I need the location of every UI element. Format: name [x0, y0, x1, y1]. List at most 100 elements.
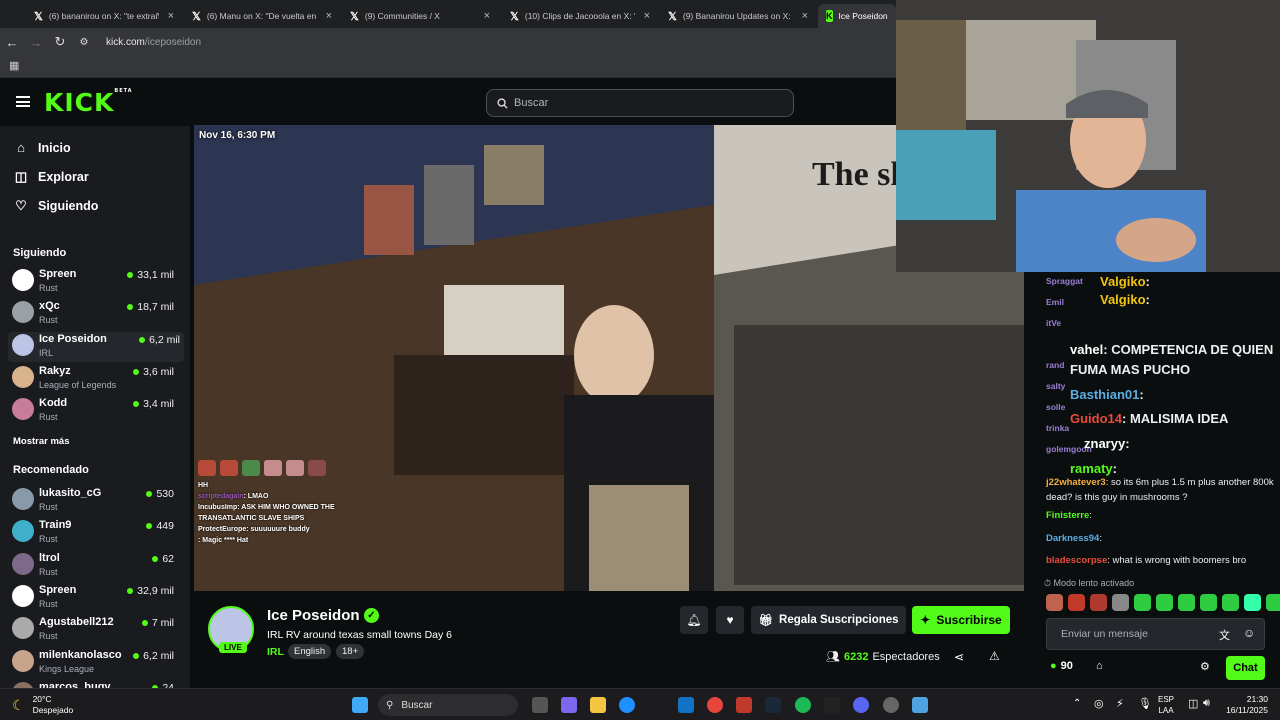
notification-bell-button[interactable]: 🔔︎ — [680, 606, 708, 634]
share-icon[interactable]: ⋖ — [954, 650, 964, 664]
browser-tab[interactable]: K Ice Poseidon Str — [818, 4, 896, 28]
tray-mic-icon[interactable]: 🎙︎ — [1138, 697, 1152, 710]
gift-subs-button[interactable]: 🎁︎ Regala Suscripciones — [751, 606, 906, 634]
category-link[interactable]: IRL — [267, 646, 284, 658]
forward-icon[interactable]: → — [24, 35, 48, 50]
close-tab-icon[interactable]: × — [644, 10, 650, 22]
browser-tab[interactable]: 𝕏 (6) bananirou on X: "te extraña × — [26, 4, 182, 28]
emote-button[interactable] — [1090, 594, 1107, 611]
notepad-icon[interactable] — [912, 697, 928, 713]
chat-username[interactable]: Guido14 — [1070, 411, 1122, 426]
reload-icon[interactable]: ↻ — [48, 34, 72, 50]
tag-language[interactable]: English — [288, 644, 332, 659]
chat-username[interactable]: bladescorpse — [1046, 555, 1107, 566]
steam-icon[interactable] — [765, 697, 781, 713]
chat-username[interactable]: Darkness94 — [1046, 533, 1099, 544]
menu-icon[interactable] — [16, 96, 30, 107]
subscribe-button[interactable]: ✦ Suscribirse — [912, 606, 1010, 634]
copilot-icon[interactable] — [561, 697, 577, 713]
search-box[interactable] — [486, 89, 794, 117]
emote-button[interactable] — [1112, 594, 1129, 611]
spotify-icon[interactable] — [795, 697, 811, 713]
tray-volume-icon[interactable]: 🔊︎ — [1203, 697, 1210, 710]
chat-username[interactable]: Valgiko — [1100, 274, 1146, 289]
emote-button[interactable] — [1068, 594, 1085, 611]
close-tab-icon[interactable]: × — [484, 10, 490, 22]
browser-tab[interactable]: 𝕏 (10) Clips de Jacooola en X: "Ac × — [502, 4, 658, 28]
emoji-icon[interactable]: ☺ — [1243, 626, 1255, 640]
outlook-icon[interactable] — [678, 697, 694, 713]
tray-chevron-icon[interactable]: ⌃ — [1073, 698, 1081, 709]
sidebar-channel[interactable]: Spreen Rust 33,1 mil — [12, 267, 178, 297]
streamer-name[interactable]: Ice Poseidon — [267, 607, 360, 624]
translate-icon[interactable]: 文 — [1219, 627, 1230, 643]
emote-button[interactable] — [1222, 594, 1239, 611]
nav-explorar[interactable]: ◫ Explorar — [14, 169, 89, 185]
apps-grid-icon[interactable]: ▦ — [9, 59, 19, 72]
obs-icon[interactable] — [883, 697, 899, 713]
chat-username[interactable]: Basthian01 — [1070, 387, 1139, 402]
chat-username[interactable]: vahel — [1070, 342, 1103, 357]
language-indicator[interactable]: ESP LAA — [1158, 694, 1174, 716]
store-icon[interactable]: ⌂ — [1096, 660, 1103, 672]
sidebar-channel[interactable]: Train9 Rust 449 — [12, 518, 178, 548]
sidebar-channel[interactable]: Agustabell212 Rust 7 mil — [12, 615, 178, 645]
emote-button[interactable] — [1266, 594, 1280, 611]
browser-tab[interactable]: 𝕏 (6) Manu on X: "De vuelta en ca × — [184, 4, 340, 28]
tray-wifi-icon[interactable]: ◫ — [1188, 697, 1198, 710]
close-tab-icon[interactable]: × — [168, 10, 174, 22]
kick-logo[interactable]: KICKBETA — [44, 88, 133, 117]
sidebar-channel[interactable]: xQc Rust 18,7 mil — [12, 299, 178, 329]
sidebar-channel[interactable]: milenkanolasco Kings League 6,2 mil — [12, 648, 178, 678]
chat-username[interactable]: ramaty — [1070, 461, 1113, 476]
emote-button[interactable] — [1244, 594, 1261, 611]
sidebar-channel[interactable]: marcos_bugy 24 — [12, 680, 178, 688]
sidebar-channel[interactable]: ltrol Rust 62 — [12, 551, 178, 581]
sidebar-channel[interactable]: Rakyz League of Legends 3,6 mil — [12, 364, 178, 394]
file-explorer-icon[interactable] — [590, 697, 606, 713]
url-text[interactable]: kick.com/iceposeidon — [106, 37, 201, 48]
show-more-link[interactable]: Mostrar más — [13, 436, 70, 447]
back-icon[interactable]: ← — [0, 35, 24, 50]
discord-icon[interactable] — [853, 697, 869, 713]
sidebar-channel[interactable]: Spreen Rust 32,9 mil — [12, 583, 178, 613]
browser-tab[interactable]: 𝕏 (9) Bananirou Updates on X: " × — [660, 4, 816, 28]
channel-points[interactable]: ● 90 — [1050, 660, 1073, 672]
emote-button[interactable] — [1178, 594, 1195, 611]
edge-icon[interactable] — [619, 697, 635, 713]
chat-input-box[interactable]: 文 ☺ — [1046, 618, 1265, 650]
chat-username[interactable]: Finisterre — [1046, 510, 1089, 521]
tray-network-icon[interactable]: ⚡︎ — [1116, 697, 1124, 710]
windows-start-icon[interactable] — [352, 697, 368, 713]
follow-button[interactable]: ♥ — [716, 606, 744, 634]
chat-input[interactable] — [1061, 628, 1211, 640]
chat-username[interactable]: znaryy — [1084, 436, 1125, 451]
news-icon[interactable] — [736, 697, 752, 713]
emote-button[interactable] — [1134, 594, 1151, 611]
chrome-icon[interactable] — [707, 697, 723, 713]
clock[interactable]: 21:30 16/11/2025 — [1216, 694, 1268, 716]
tray-app-icon[interactable]: ◎ — [1094, 697, 1104, 710]
close-tab-icon[interactable]: × — [802, 10, 808, 22]
chat-username[interactable]: j22whatever3 — [1046, 477, 1106, 488]
nav-siguiendo[interactable]: ♡ Siguiendo — [14, 198, 98, 214]
tag-age[interactable]: 18+ — [336, 644, 365, 659]
nav-inicio[interactable]: ⌂ Inicio — [14, 140, 71, 155]
sidebar-channel[interactable]: lukasito_cG Rust 530 — [12, 486, 178, 516]
emote-button[interactable] — [1200, 594, 1217, 611]
taskbar-search[interactable]: ⚲ Buscar — [378, 694, 518, 716]
report-icon[interactable]: ⚠ — [989, 649, 1000, 663]
task-view-icon[interactable] — [532, 697, 548, 713]
chat-username[interactable]: Valgiko — [1100, 292, 1146, 307]
capcut-icon[interactable] — [824, 697, 840, 713]
sidebar-channel[interactable]: Ice Poseidon IRL 6,2 mil — [8, 331, 184, 362]
site-info-icon[interactable]: ⚙ — [72, 37, 96, 48]
close-tab-icon[interactable]: × — [326, 10, 332, 22]
browser-tab[interactable]: 𝕏 (9) Communities / X × — [342, 4, 498, 28]
weather-widget[interactable]: ☾ 20°C Despejado — [12, 694, 73, 716]
send-chat-button[interactable]: Chat — [1226, 656, 1265, 680]
search-input[interactable] — [514, 97, 774, 109]
sidebar-channel[interactable]: Kodd Rust 3,4 mil — [12, 396, 178, 426]
settings-icon[interactable]: ⚙ — [1200, 660, 1210, 673]
emote-button[interactable] — [1156, 594, 1173, 611]
